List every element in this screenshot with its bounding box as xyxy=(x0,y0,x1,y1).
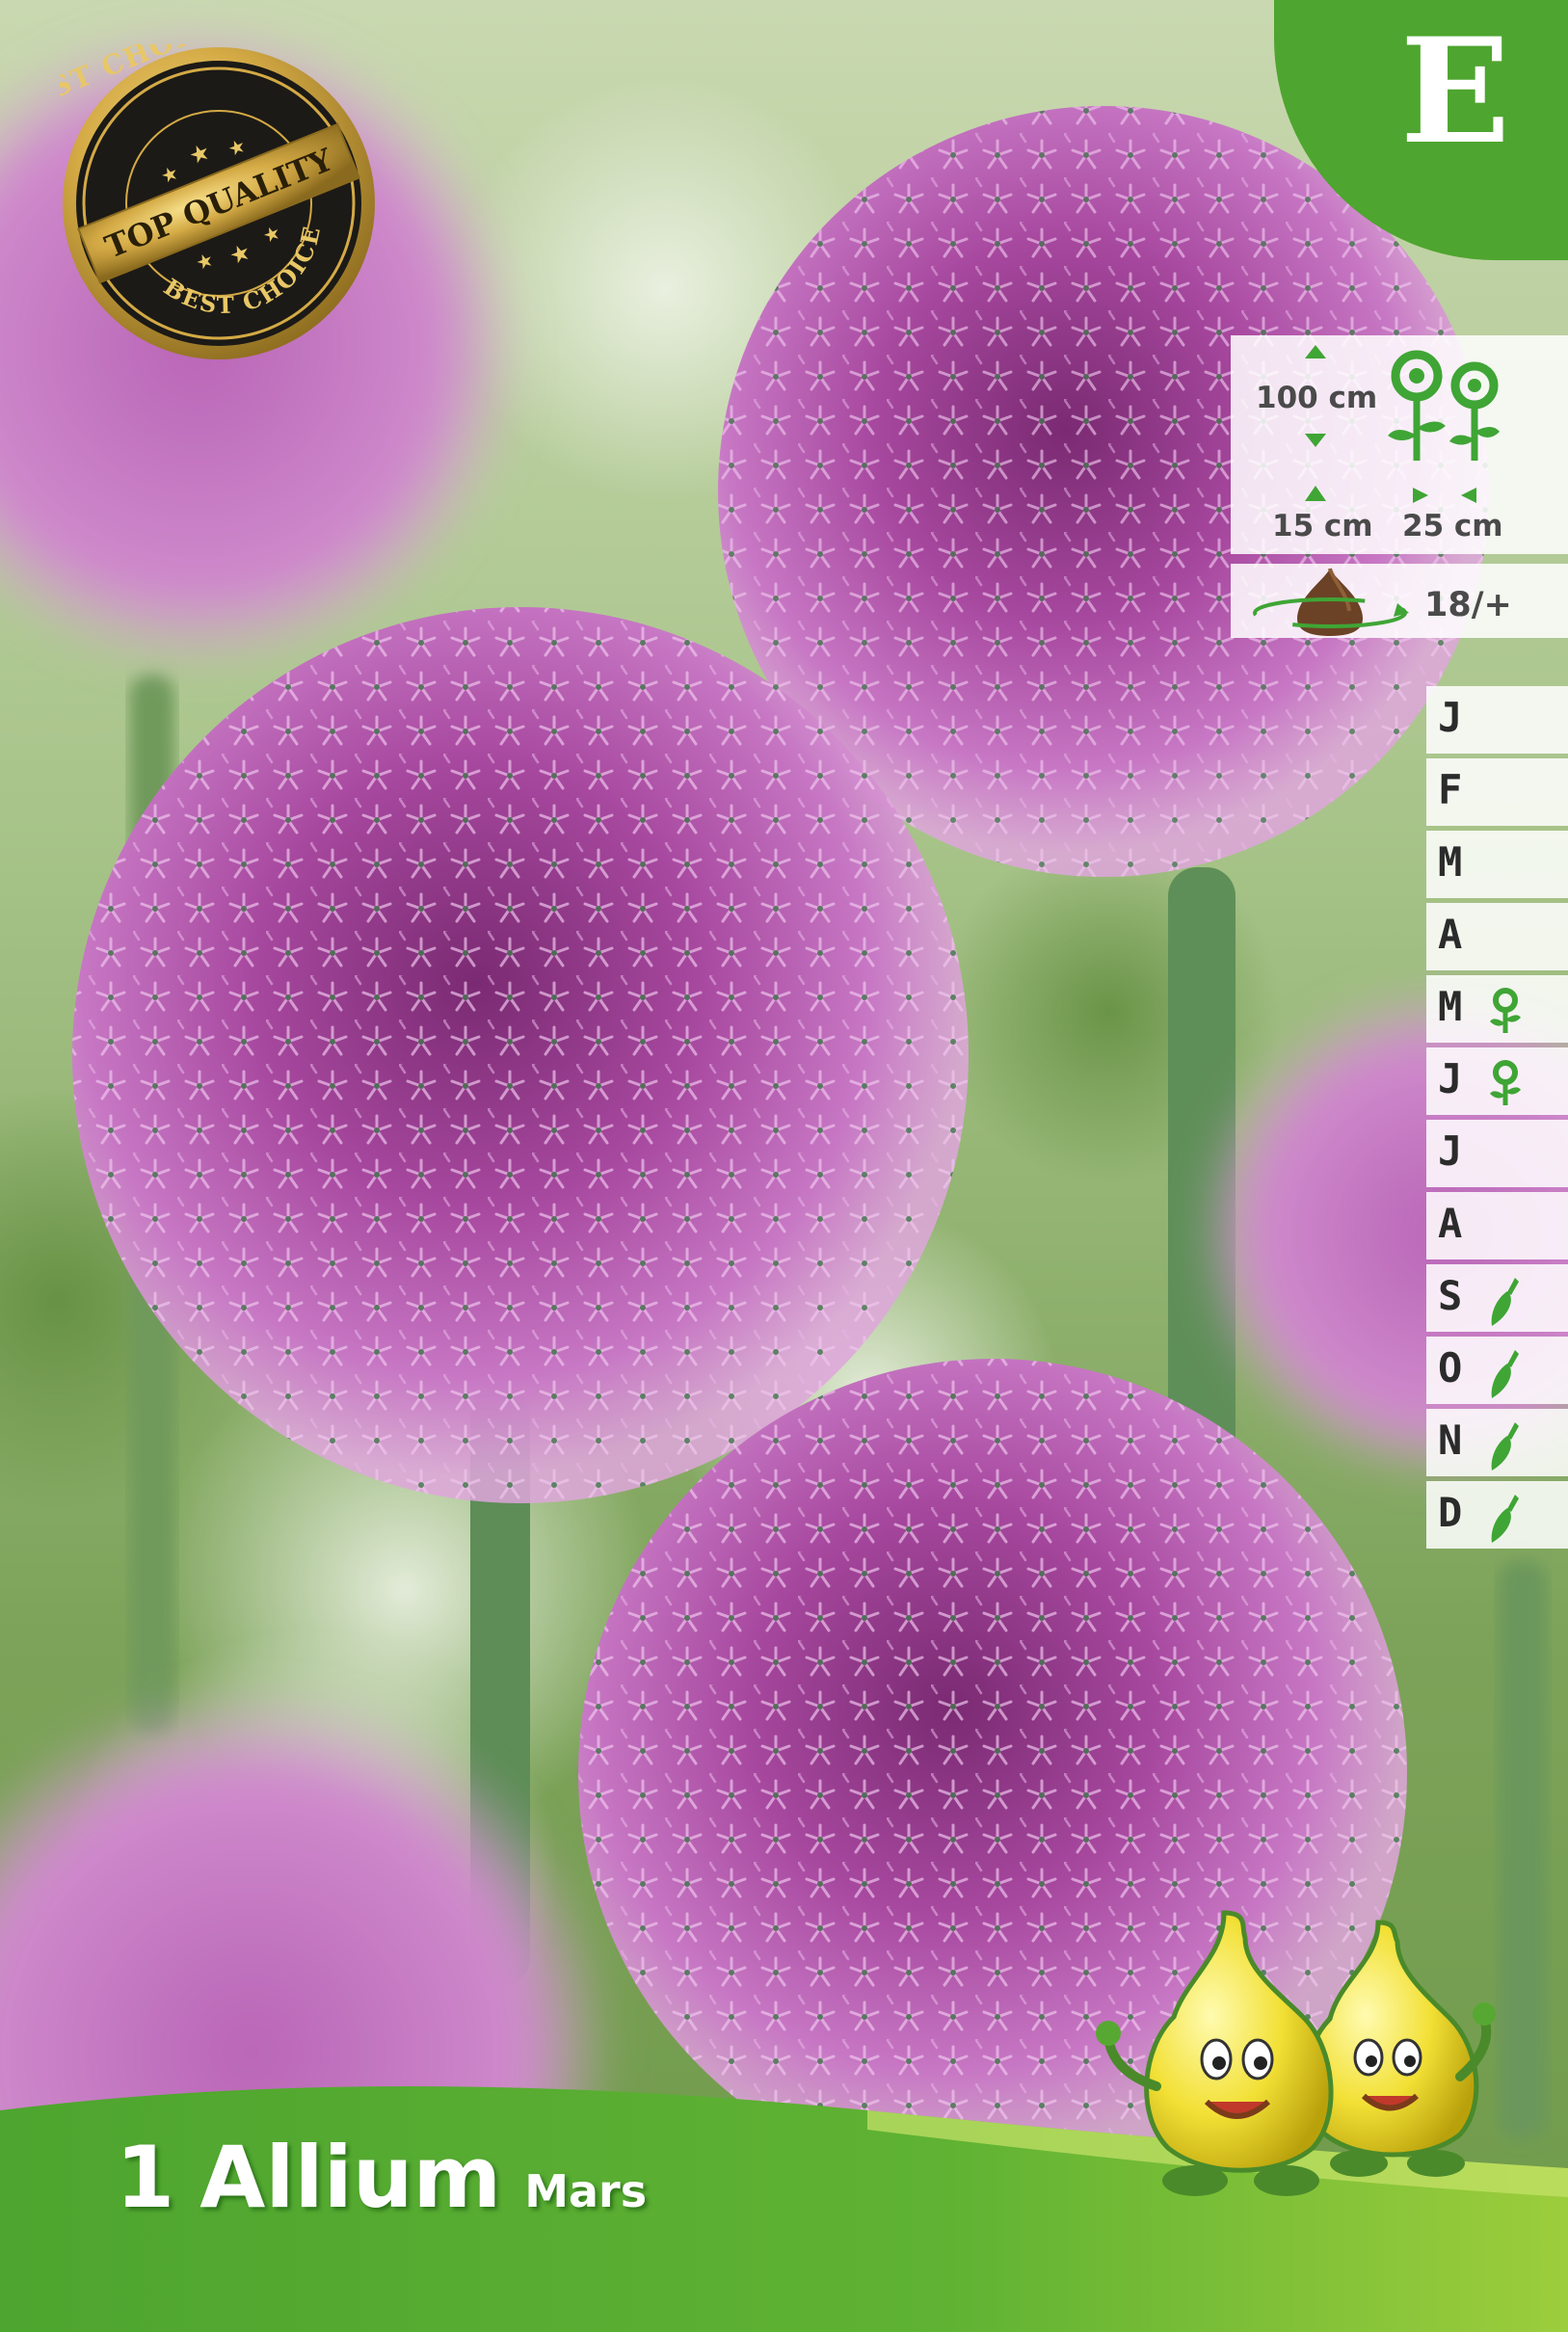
trowel-icon xyxy=(1491,1350,1519,1398)
two-flowers-icon xyxy=(1388,350,1500,461)
mascot-back xyxy=(1303,1920,1496,2177)
month-row: N xyxy=(1426,1409,1568,1476)
month-row: J xyxy=(1426,1120,1568,1187)
month-row: M xyxy=(1426,975,1568,1043)
month-row: F xyxy=(1426,758,1568,826)
bulb-size: 18/+ xyxy=(1424,586,1512,624)
vertical-arrows-icon xyxy=(1305,486,1326,501)
month-row: A xyxy=(1426,903,1568,970)
month-letter: M xyxy=(1438,983,1463,1030)
month-letter: O xyxy=(1438,1344,1463,1391)
month-row: S xyxy=(1426,1264,1568,1332)
bulb-circumference-icon xyxy=(1253,568,1409,636)
planting-depth: 15 cm xyxy=(1272,509,1373,543)
month-letter: F xyxy=(1438,766,1463,813)
trowel-icon xyxy=(1491,1422,1519,1471)
month-row: M xyxy=(1426,831,1568,898)
product-count: 1 xyxy=(116,2128,175,2227)
bulb-mascots xyxy=(1096,1910,1496,2196)
product-variety: Mars xyxy=(524,2165,648,2217)
product-label: E BEST CHOICE TOP QUALITY BEST CHOICE ★ … xyxy=(0,0,1568,2332)
month-row: J xyxy=(1426,1047,1568,1115)
product-name: Allium xyxy=(199,2128,502,2227)
horizontal-arrows-icon xyxy=(1413,488,1476,503)
month-letter: D xyxy=(1438,1489,1463,1536)
flower-icon xyxy=(1490,1060,1521,1105)
plant-height: 100 cm xyxy=(1256,381,1378,415)
product-title: 1 Allium Mars xyxy=(116,2128,647,2227)
month-row: A xyxy=(1426,1192,1568,1259)
flower-icon xyxy=(1490,988,1521,1033)
month-letter: J xyxy=(1438,694,1463,741)
trowel-icon xyxy=(1491,1278,1519,1326)
month-letter: M xyxy=(1438,838,1463,886)
category-letter: E xyxy=(1399,7,1511,176)
month-row: J xyxy=(1426,686,1568,754)
month-letter: S xyxy=(1438,1272,1463,1319)
month-row: D xyxy=(1426,1481,1568,1549)
month-letter: J xyxy=(1438,1055,1463,1102)
trowel-icon xyxy=(1491,1495,1519,1543)
month-letter: A xyxy=(1438,1200,1463,1247)
month-letter: A xyxy=(1438,911,1463,958)
top-quality-seal: BEST CHOICE TOP QUALITY BEST CHOICE ★ ★ … xyxy=(60,44,375,359)
month-letter: J xyxy=(1438,1127,1463,1175)
plant-spacing: 25 cm xyxy=(1402,509,1503,543)
month-letter: N xyxy=(1438,1417,1463,1464)
mascot-front xyxy=(1096,1910,1334,2196)
month-row: O xyxy=(1426,1337,1568,1404)
